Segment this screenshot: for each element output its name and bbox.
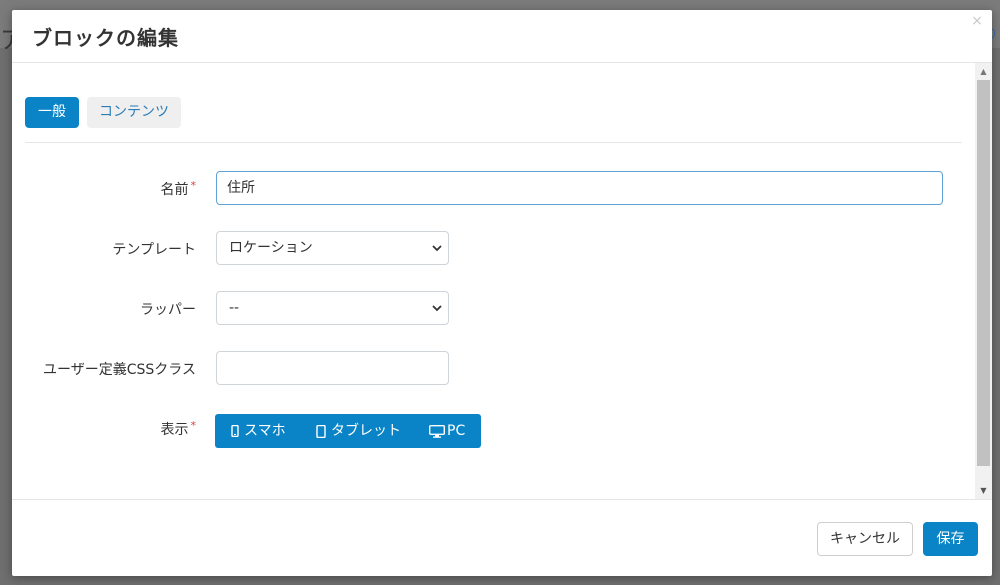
modal-header: ブロックの編集 ×: [12, 10, 992, 63]
display-label: 表示 *: [160, 419, 197, 438]
chevron-down-icon: [432, 305, 442, 312]
display-tablet-button[interactable]: タブレット: [316, 414, 401, 448]
display-device-group: スマホ タブレット PC: [215, 414, 481, 448]
css-class-input[interactable]: [216, 351, 449, 385]
template-label: テンプレート: [112, 242, 196, 258]
display-pc-button[interactable]: PC: [429, 414, 465, 448]
chevron-down-icon: [432, 245, 442, 252]
name-label: 名前 *: [160, 179, 197, 198]
modal-title: ブロックの編集: [32, 26, 179, 50]
required-mark: *: [190, 419, 197, 432]
wrapper-selected: --: [229, 300, 240, 316]
display-smartphone-button[interactable]: スマホ: [231, 414, 286, 448]
cancel-button[interactable]: キャンセル: [817, 522, 913, 556]
wrapper-select[interactable]: --: [216, 291, 449, 325]
modal-scrollbar[interactable]: ▲ ▼: [975, 63, 992, 499]
wrapper-label: ラッパー: [140, 302, 196, 318]
required-mark: *: [190, 179, 197, 192]
scroll-up-arrow-icon[interactable]: ▲: [975, 63, 992, 80]
template-selected: ロケーション: [229, 240, 313, 256]
name-input[interactable]: 住所: [216, 171, 943, 205]
scroll-down-arrow-icon[interactable]: ▼: [975, 482, 992, 499]
modal-body: 一般 コンテンツ 名前 * 住所 テンプレート ロケーション ラッパー -- ユー…: [12, 63, 992, 499]
modal-footer: キャンセル 保存: [12, 499, 992, 576]
edit-block-modal: ブロックの編集 × 一般 コンテンツ 名前 * 住所 テンプレート ロケーション …: [12, 10, 992, 576]
save-button[interactable]: 保存: [923, 522, 978, 556]
css-class-label: ユーザー定義CSSクラス: [43, 362, 196, 378]
tab-divider: [25, 142, 962, 143]
background-text: ア: [0, 20, 24, 55]
tablet-icon: [316, 424, 326, 438]
close-icon[interactable]: ×: [970, 14, 984, 28]
tab-contents[interactable]: コンテンツ: [87, 97, 181, 128]
desktop-icon: [429, 424, 445, 438]
template-select[interactable]: ロケーション: [216, 231, 449, 265]
scroll-thumb[interactable]: [977, 80, 990, 466]
tab-general[interactable]: 一般: [25, 97, 79, 128]
mobile-icon: [231, 425, 239, 437]
